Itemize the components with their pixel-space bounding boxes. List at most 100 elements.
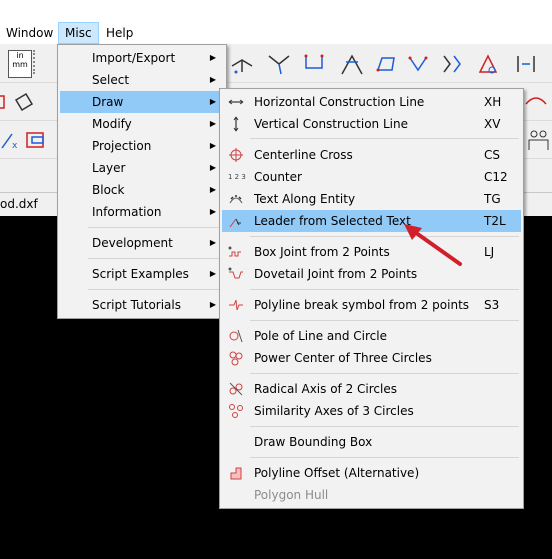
misc-import-export[interactable]: Import/Export ▶ — [60, 47, 224, 69]
menu-separator — [88, 227, 222, 228]
chamfer-icon[interactable] — [340, 52, 364, 76]
menubar: Window Misc Help — [0, 22, 552, 44]
trim-both-icon[interactable] — [476, 52, 500, 76]
misc-projection[interactable]: Projection ▶ — [60, 135, 224, 157]
lengthen-icon[interactable] — [302, 52, 326, 76]
misc-block-label: Block — [92, 183, 125, 197]
menu-separator — [250, 289, 519, 290]
leader-icon — [229, 218, 241, 228]
misc-projection-label: Projection — [92, 139, 152, 153]
chevron-right-icon: ▶ — [209, 141, 216, 150]
units-in-label: in — [16, 51, 24, 60]
chevron-right-icon: ▶ — [209, 75, 216, 84]
draw-item-label: Power Center of Three Circles — [254, 351, 432, 365]
polyline-break-icon — [229, 299, 243, 311]
misc-development-label: Development — [92, 236, 173, 250]
menu-separator — [88, 289, 222, 290]
draw-item-label: Text Along Entity — [254, 192, 356, 206]
draw-item-shortcut: CS — [484, 148, 500, 162]
misc-modify[interactable]: Modify ▶ — [60, 113, 224, 135]
draw-item-label: Polyline Offset (Alternative) — [254, 466, 420, 480]
misc-information-label: Information — [92, 205, 162, 219]
power-center-icon — [229, 351, 243, 366]
draw-item-shortcut: TG — [484, 192, 501, 206]
draw-leader-from-selected-text[interactable]: Leader from Selected Text T2L — [222, 210, 521, 232]
draw-polyline-offset[interactable]: Polyline Offset (Alternative) — [222, 462, 521, 484]
draw-bounding-box[interactable]: Draw Bounding Box — [222, 431, 521, 453]
misc-import-export-label: Import/Export — [92, 51, 176, 65]
misc-select-label: Select — [92, 73, 130, 87]
chevron-right-icon: ▶ — [209, 119, 216, 128]
chevron-right-icon: ▶ — [209, 269, 216, 278]
misc-development[interactable]: Development ▶ — [60, 232, 224, 254]
bevel-icon[interactable] — [440, 52, 464, 76]
rotated-rect-icon[interactable] — [12, 90, 36, 114]
misc-script-tutorials[interactable]: Script Tutorials ▶ — [60, 294, 224, 316]
draw-horizontal-construction-line[interactable]: Horizontal Construction Line XH — [222, 91, 521, 113]
menu-help[interactable]: Help — [100, 22, 139, 44]
misc-block[interactable]: Block ▶ — [60, 179, 224, 201]
misc-layer[interactable]: Layer ▶ — [60, 157, 224, 179]
misc-draw[interactable]: Draw ▶ — [60, 91, 224, 113]
users-icon[interactable] — [526, 128, 550, 152]
dimension-icon[interactable]: x — [0, 128, 24, 152]
arc-icon[interactable] — [524, 90, 548, 114]
draw-item-label: Polygon Hull — [254, 488, 329, 502]
menu-separator — [250, 236, 519, 237]
chevron-right-icon: ▶ — [209, 185, 216, 194]
menu-separator — [250, 138, 519, 139]
draw-counter[interactable]: 1 2 3 Counter C12 — [222, 166, 521, 188]
draw-polygon-hull: Polygon Hull — [222, 484, 521, 506]
misc-script-examples[interactable]: Script Examples ▶ — [60, 263, 224, 285]
draw-item-label: Leader from Selected Text — [254, 214, 411, 228]
menu-separator — [250, 457, 519, 458]
svg-text:x: x — [12, 141, 18, 151]
extend-icon[interactable] — [267, 52, 291, 76]
pole-icon — [229, 329, 243, 343]
block-icon[interactable] — [24, 128, 48, 152]
draw-submenu: Horizontal Construction Line XH Vertical … — [219, 88, 524, 509]
divide-icon[interactable] — [514, 52, 538, 76]
polygon-icon[interactable] — [374, 52, 398, 76]
chevron-right-icon: ▶ — [209, 53, 216, 62]
menu-misc[interactable]: Misc — [58, 22, 99, 44]
draw-centerline-cross[interactable]: Centerline Cross CS — [222, 144, 521, 166]
draw-box-joint[interactable]: Box Joint from 2 Points LJ — [222, 241, 521, 263]
draw-pole-of-line-and-circle[interactable]: Pole of Line and Circle — [222, 325, 521, 347]
draw-dovetail-joint[interactable]: Dovetail Joint from 2 Points — [222, 263, 521, 285]
draw-power-center[interactable]: Power Center of Three Circles — [222, 347, 521, 369]
draw-item-label: Box Joint from 2 Points — [254, 245, 390, 259]
document-tab[interactable]: od.dxf — [0, 197, 38, 211]
draw-item-label: Horizontal Construction Line — [254, 95, 425, 109]
misc-script-tutorials-label: Script Tutorials — [92, 298, 181, 312]
menu-window[interactable]: Window — [0, 22, 59, 44]
draw-text-along-entity[interactable]: Text Along Entity TG — [222, 188, 521, 210]
draw-item-label: Counter — [254, 170, 302, 184]
draw-item-label: Draw Bounding Box — [254, 435, 373, 449]
draw-item-label: Centerline Cross — [254, 148, 353, 162]
similarity-axes-icon — [229, 404, 243, 418]
draw-radical-axis[interactable]: Radical Axis of 2 Circles — [222, 378, 521, 400]
draw-polyline-break-symbol[interactable]: Polyline break symbol from 2 points S3 — [222, 294, 521, 316]
units-icon[interactable]: in mm — [8, 50, 32, 78]
trim-icon[interactable] — [230, 52, 254, 76]
menu-separator — [88, 258, 222, 259]
radical-axis-icon — [229, 382, 243, 396]
chevron-right-icon: ▶ — [209, 238, 216, 247]
draw-item-label: Similarity Axes of 3 Circles — [254, 404, 414, 418]
toolbar-grip-icon[interactable] — [33, 50, 39, 74]
menu-separator — [250, 373, 519, 374]
draw-item-shortcut: LJ — [484, 245, 495, 259]
misc-script-examples-label: Script Examples — [92, 267, 189, 281]
misc-select[interactable]: Select ▶ — [60, 69, 224, 91]
annotation-arrow-icon — [404, 224, 462, 266]
misc-information[interactable]: Information ▶ — [60, 201, 224, 223]
rounding-icon[interactable] — [406, 52, 430, 76]
draw-similarity-axes[interactable]: Similarity Axes of 3 Circles — [222, 400, 521, 422]
draw-vertical-construction-line[interactable]: Vertical Construction Line XV — [222, 113, 521, 135]
draw-item-shortcut: S3 — [484, 298, 500, 312]
vertical-line-icon — [233, 116, 239, 132]
menu-separator — [250, 320, 519, 321]
draw-item-label: Vertical Construction Line — [254, 117, 408, 131]
text-along-entity-icon — [229, 195, 243, 204]
